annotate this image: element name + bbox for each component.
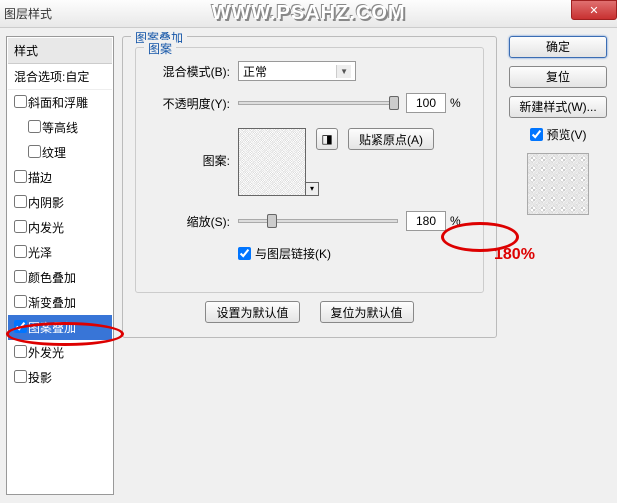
inner-title: 图案 <box>144 40 176 57</box>
blend-mode-select[interactable]: 正常 <box>238 61 356 81</box>
watermark-text: WWW.PSAHZ.COM <box>211 2 405 25</box>
style-item-11[interactable]: 投影 <box>8 365 112 390</box>
new-pattern-icon[interactable]: ◨ <box>316 128 338 150</box>
style-item-10[interactable]: 外发光 <box>8 340 112 365</box>
pct-label-2: % <box>450 214 461 228</box>
style-item-2[interactable]: 纹理 <box>8 140 112 165</box>
style-label-8: 渐变叠加 <box>28 296 76 310</box>
opacity-slider[interactable] <box>238 101 398 105</box>
style-item-3[interactable]: 描边 <box>8 165 112 190</box>
pct-label: % <box>450 96 461 110</box>
annotation-text: 180% <box>494 246 535 264</box>
pattern-overlay-group: 图案叠加 图案 混合模式(B): 正常 不透明度(Y): 100 % 图案: ▾ <box>122 36 497 338</box>
snap-origin-button[interactable]: 贴紧原点(A) <box>348 128 434 150</box>
style-item-8[interactable]: 渐变叠加 <box>8 290 112 315</box>
ok-button[interactable]: 确定 <box>509 36 607 58</box>
style-label-1: 等高线 <box>42 121 78 135</box>
style-checkbox-8[interactable] <box>14 295 27 308</box>
opacity-label: 不透明度(Y): <box>150 95 230 112</box>
style-label-3: 描边 <box>28 171 52 185</box>
main-area: 样式 混合选项:自定 斜面和浮雕等高线纹理描边内阴影内发光光泽颜色叠加渐变叠加图… <box>0 28 617 503</box>
titlebar: 图层样式 WWW.PSAHZ.COM ✕ <box>0 0 617 28</box>
styles-list-panel: 样式 混合选项:自定 斜面和浮雕等高线纹理描边内阴影内发光光泽颜色叠加渐变叠加图… <box>6 36 114 495</box>
style-label-2: 纹理 <box>42 146 66 160</box>
style-checkbox-10[interactable] <box>14 345 27 358</box>
style-label-10: 外发光 <box>28 346 64 360</box>
style-checkbox-3[interactable] <box>14 170 27 183</box>
scale-label: 缩放(S): <box>150 213 230 230</box>
style-checkbox-11[interactable] <box>14 370 27 383</box>
style-label-7: 颜色叠加 <box>28 271 76 285</box>
style-label-9: 图案叠加 <box>28 321 76 335</box>
style-label-0: 斜面和浮雕 <box>28 96 88 110</box>
blend-options-row[interactable]: 混合选项:自定 <box>8 64 112 90</box>
style-label-4: 内阴影 <box>28 196 64 210</box>
style-item-9[interactable]: 图案叠加 <box>8 315 112 340</box>
right-panel: 确定 复位 新建样式(W)... 预览(V) <box>505 36 611 495</box>
style-checkbox-4[interactable] <box>14 195 27 208</box>
window-title: 图层样式 <box>4 5 52 22</box>
pattern-inner-group: 图案 混合模式(B): 正常 不透明度(Y): 100 % 图案: ▾ ◨ <box>135 47 484 293</box>
style-checkbox-6[interactable] <box>14 245 27 258</box>
preview-checkbox[interactable] <box>530 128 543 141</box>
style-item-0[interactable]: 斜面和浮雕 <box>8 90 112 115</box>
style-label-5: 内发光 <box>28 221 64 235</box>
set-default-button[interactable]: 设置为默认值 <box>205 301 299 323</box>
preview-label: 预览(V) <box>547 126 587 143</box>
pattern-preview[interactable]: ▾ <box>238 128 306 196</box>
style-checkbox-9[interactable] <box>14 320 27 333</box>
cancel-button[interactable]: 复位 <box>509 66 607 88</box>
new-style-button[interactable]: 新建样式(W)... <box>509 96 607 118</box>
preview-swatch <box>527 153 589 215</box>
link-layer-label: 与图层链接(K) <box>255 245 331 262</box>
styles-header[interactable]: 样式 <box>8 38 112 64</box>
style-checkbox-2[interactable] <box>28 145 41 158</box>
style-checkbox-5[interactable] <box>14 220 27 233</box>
style-item-1[interactable]: 等高线 <box>8 115 112 140</box>
style-item-6[interactable]: 光泽 <box>8 240 112 265</box>
style-item-5[interactable]: 内发光 <box>8 215 112 240</box>
blend-mode-label: 混合模式(B): <box>150 63 230 80</box>
style-label-11: 投影 <box>28 371 52 385</box>
reset-default-button[interactable]: 复位为默认值 <box>320 301 414 323</box>
close-button[interactable]: ✕ <box>571 0 617 20</box>
style-checkbox-1[interactable] <box>28 120 41 133</box>
opacity-input[interactable]: 100 <box>406 93 446 113</box>
style-item-7[interactable]: 颜色叠加 <box>8 265 112 290</box>
style-item-4[interactable]: 内阴影 <box>8 190 112 215</box>
style-checkbox-0[interactable] <box>14 95 27 108</box>
scale-slider[interactable] <box>238 219 398 223</box>
center-panel: 图案叠加 图案 混合模式(B): 正常 不透明度(Y): 100 % 图案: ▾ <box>114 36 505 495</box>
pattern-label: 图案: <box>150 152 230 169</box>
pattern-dropdown-icon[interactable]: ▾ <box>305 182 319 196</box>
link-layer-checkbox[interactable] <box>238 247 251 260</box>
scale-input[interactable]: 180 <box>406 211 446 231</box>
style-label-6: 光泽 <box>28 246 52 260</box>
style-checkbox-7[interactable] <box>14 270 27 283</box>
